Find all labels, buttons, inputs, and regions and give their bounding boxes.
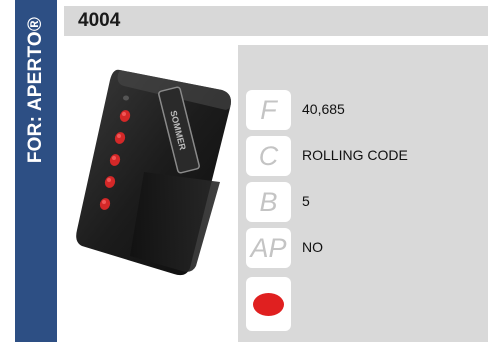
frequency-letter: F [246,90,291,130]
product-code: 4004 [78,10,121,31]
buttons-letter: B [246,182,291,222]
button-color-dot [253,293,284,316]
buttons-value: 5 [302,193,310,209]
spec-row-code: C ROLLING CODE [246,136,488,176]
button-color-swatch [246,277,291,331]
spec-panel: F 40,685 C ROLLING CODE B 5 AP NO [238,45,488,342]
code-letter: C [246,136,291,176]
spec-row-buttons: B 5 [246,182,488,222]
spec-row-autoprogram: AP NO [246,228,488,268]
frequency-value: 40,685 [302,101,345,117]
spec-row-frequency: F 40,685 [246,90,488,130]
autoprogram-letter: AP [246,228,291,268]
brand-label: FOR: APERTO® [25,16,46,164]
autoprogram-value: NO [302,239,323,255]
remote-image: SOMMER [72,60,252,280]
product-header: 4004 [64,6,488,36]
code-value: ROLLING CODE [302,147,408,163]
remote-illustration: SOMMER [76,69,231,276]
